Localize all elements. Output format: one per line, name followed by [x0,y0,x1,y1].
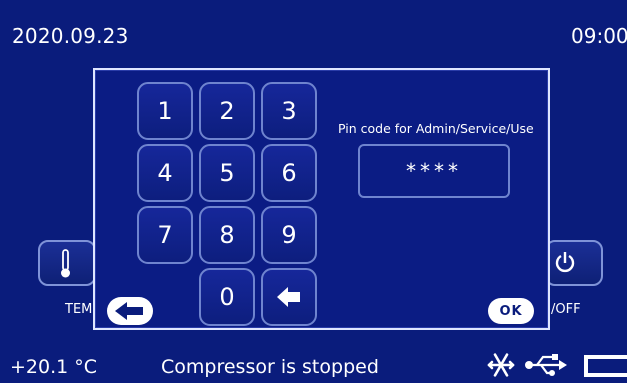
keypad-key-7[interactable]: 7 [137,206,193,264]
battery-icon [584,355,627,377]
temperature-readout: +20.1 °C [10,356,98,378]
keypad-key-5[interactable]: 5 [199,144,255,202]
snowflake-icon [487,353,515,377]
compressor-status: Compressor is stopped [161,356,379,378]
ok-button[interactable]: OK [488,298,534,324]
keypad-key-2[interactable]: 2 [199,82,255,140]
keypad-key-1[interactable]: 1 [137,82,193,140]
temperature-button[interactable] [38,240,96,286]
power-button[interactable] [545,240,603,286]
keypad-key-9[interactable]: 9 [261,206,317,264]
pin-code-label: Pin code for Admin/Service/Use [338,121,534,136]
keypad-key-0[interactable]: 0 [199,268,255,326]
backspace-arrow-icon [277,287,300,307]
thermometer-icon [61,249,70,278]
back-button[interactable] [107,297,153,325]
back-arrow-icon [115,302,143,320]
time-display: 09:00 [571,24,627,48]
keypad-key-3[interactable]: 3 [261,82,317,140]
keypad-key-8[interactable]: 8 [199,206,255,264]
temperature-button-label: TEM [65,302,93,317]
usb-icon [525,354,567,376]
power-button-label: /OFF [551,302,581,317]
keypad-key-6[interactable]: 6 [261,144,317,202]
date-display: 2020.09.23 [12,24,129,48]
keypad-key-4[interactable]: 4 [137,144,193,202]
power-icon [555,252,575,273]
status-icons [487,353,567,377]
backspace-key[interactable] [261,268,317,326]
pin-code-field[interactable]: **** [358,144,510,198]
